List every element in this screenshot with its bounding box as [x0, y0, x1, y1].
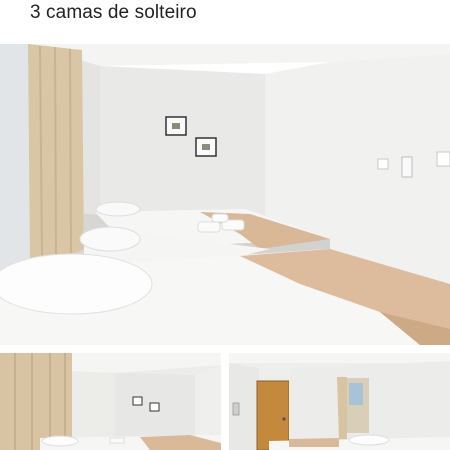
bedroom-photo-icon — [0, 353, 221, 450]
bedroom-photo-icon — [229, 353, 450, 450]
bedroom-photo-icon — [0, 44, 450, 345]
room-caption: 3 camas de solteiro — [30, 2, 197, 23]
main-bedroom-photo[interactable]: seazone — [0, 44, 450, 345]
listing-photo-gallery: 3 camas de solteiro — [0, 0, 450, 450]
bedroom-thumbnail-2[interactable] — [229, 353, 450, 450]
bedroom-thumbnail-1[interactable] — [0, 353, 221, 450]
